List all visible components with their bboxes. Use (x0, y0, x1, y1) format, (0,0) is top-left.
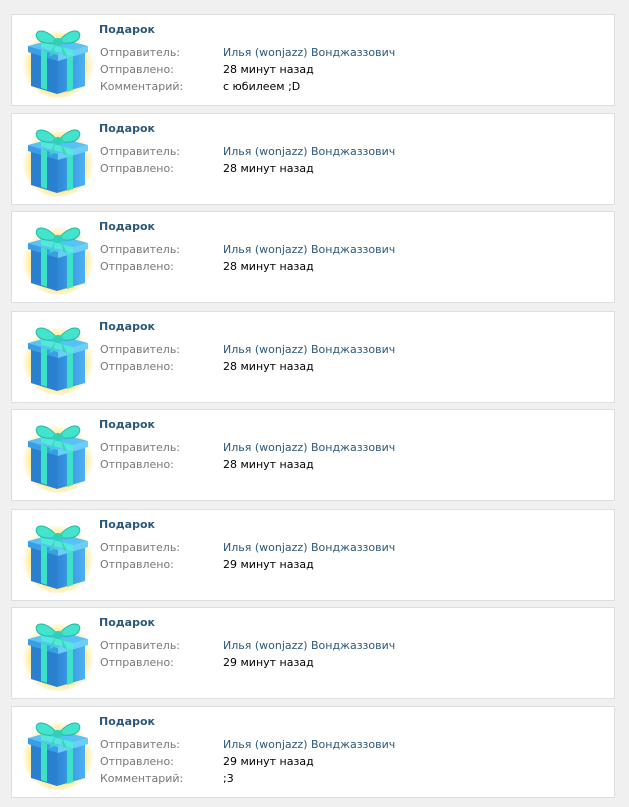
sent-time: 28 минут назад (223, 162, 314, 175)
gift-card: Подарок Отправитель: Илья (wonjazz) Вонд… (11, 113, 615, 205)
sender-link[interactable]: Илья (wonjazz) Вонджаззович (223, 540, 395, 556)
gift-box-icon[interactable] (21, 714, 95, 790)
sent-time: 29 минут назад (223, 558, 314, 571)
gift-box-icon[interactable] (21, 417, 95, 493)
sent-time: 29 минут назад (223, 755, 314, 768)
sent-time: 29 минут назад (223, 656, 314, 669)
comment-label: Комментарий: (100, 80, 184, 93)
gift-card: Подарок Отправитель: Илья (wonjazz) Вонд… (11, 509, 615, 601)
sent-label: Отправлено: (100, 558, 174, 571)
sent-label: Отправлено: (100, 162, 174, 175)
sender-label: Отправитель: (100, 639, 181, 652)
sender-link[interactable]: Илья (wonjazz) Вонджаззович (223, 144, 395, 160)
gift-card: Подарок Отправитель: Илья (wonjazz) Вонд… (11, 211, 615, 303)
gift-title: Подарок (99, 320, 155, 333)
sent-label: Отправлено: (100, 755, 174, 768)
sent-label: Отправлено: (100, 360, 174, 373)
sender-label: Отправитель: (100, 343, 181, 356)
comment-label: Комментарий: (100, 772, 184, 785)
gift-card: Подарок Отправитель: Илья (wonjazz) Вонд… (11, 607, 615, 699)
gift-title: Подарок (99, 418, 155, 431)
sender-link[interactable]: Илья (wonjazz) Вонджаззович (223, 242, 395, 258)
gift-box-icon[interactable] (21, 615, 95, 691)
sender-link[interactable]: Илья (wonjazz) Вонджаззович (223, 440, 395, 456)
comment-text: ;3 (223, 772, 234, 785)
sent-label: Отправлено: (100, 63, 174, 76)
sent-time: 28 минут назад (223, 260, 314, 273)
gift-title: Подарок (99, 220, 155, 233)
sender-label: Отправитель: (100, 541, 181, 554)
gift-box-icon[interactable] (21, 319, 95, 395)
sender-label: Отправитель: (100, 243, 181, 256)
sender-link[interactable]: Илья (wonjazz) Вонджаззович (223, 342, 395, 358)
sender-label: Отправитель: (100, 46, 181, 59)
sent-label: Отправлено: (100, 458, 174, 471)
gift-box-icon[interactable] (21, 22, 95, 98)
sent-time: 28 минут назад (223, 63, 314, 76)
gift-title: Подарок (99, 518, 155, 531)
gift-card: Подарок Отправитель: Илья (wonjazz) Вонд… (11, 14, 615, 106)
gift-card: Подарок Отправитель: Илья (wonjazz) Вонд… (11, 706, 615, 798)
comment-text: с юбилеем ;D (223, 80, 301, 93)
gift-title: Подарок (99, 122, 155, 135)
gift-box-icon[interactable] (21, 121, 95, 197)
sender-link[interactable]: Илья (wonjazz) Вонджаззович (223, 638, 395, 654)
sender-label: Отправитель: (100, 441, 181, 454)
gift-title: Подарок (99, 23, 155, 36)
gift-card: Подарок Отправитель: Илья (wonjazz) Вонд… (11, 409, 615, 501)
sent-time: 28 минут назад (223, 360, 314, 373)
sent-label: Отправлено: (100, 260, 174, 273)
gift-box-icon[interactable] (21, 219, 95, 295)
sender-link[interactable]: Илья (wonjazz) Вонджаззович (223, 45, 395, 61)
sent-time: 28 минут назад (223, 458, 314, 471)
sender-label: Отправитель: (100, 738, 181, 751)
gift-card: Подарок Отправитель: Илья (wonjazz) Вонд… (11, 311, 615, 403)
gift-title: Подарок (99, 616, 155, 629)
sent-label: Отправлено: (100, 656, 174, 669)
gift-box-icon[interactable] (21, 517, 95, 593)
gift-title: Подарок (99, 715, 155, 728)
sender-label: Отправитель: (100, 145, 181, 158)
sender-link[interactable]: Илья (wonjazz) Вонджаззович (223, 737, 395, 753)
